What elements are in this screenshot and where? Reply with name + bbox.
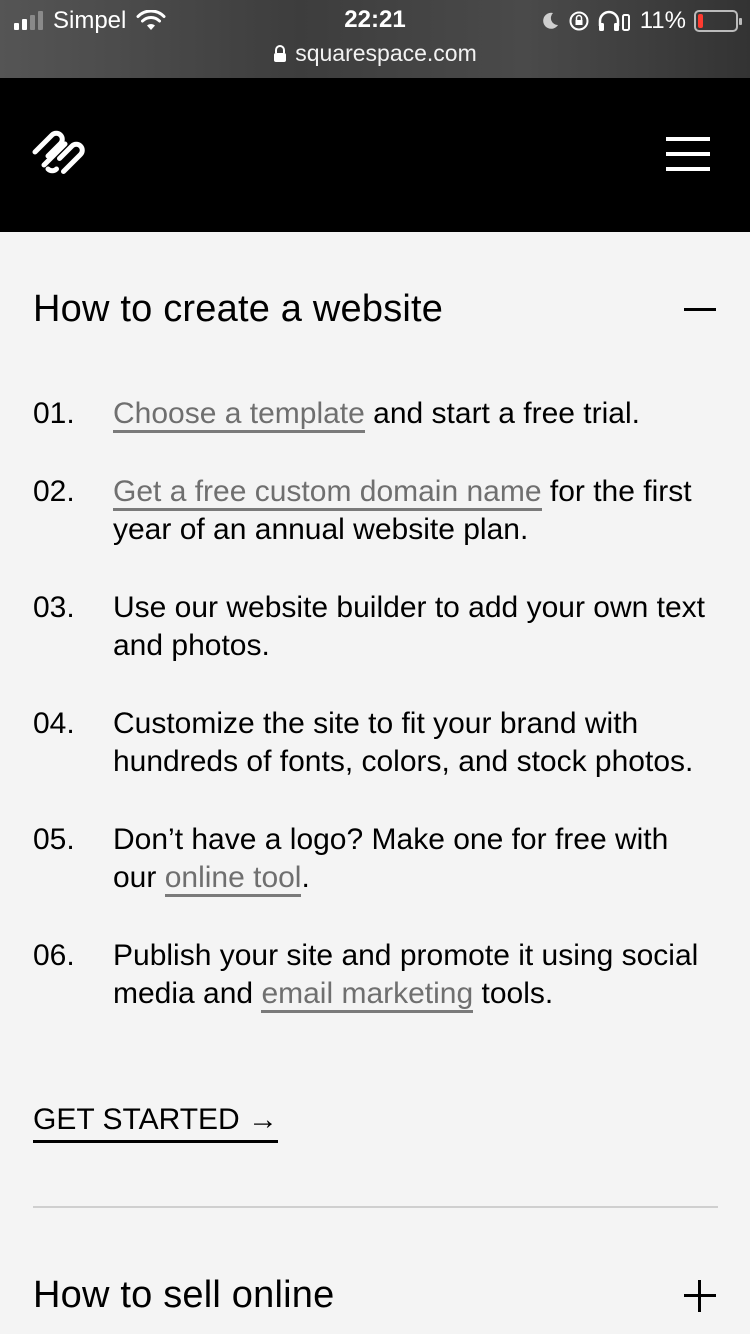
step-text: Choose a template and start a free trial… bbox=[113, 395, 718, 433]
step-text-rest: tools. bbox=[473, 977, 554, 1010]
step-text: Don’t have a logo? Make one for free wit… bbox=[113, 821, 718, 897]
headphones-icon bbox=[598, 10, 630, 31]
divider bbox=[33, 1206, 718, 1208]
plus-icon[interactable] bbox=[684, 1280, 716, 1312]
list-item: 02. Get a free custom domain name for th… bbox=[33, 473, 723, 549]
step-number: 01. bbox=[33, 397, 75, 430]
hamburger-menu-icon[interactable] bbox=[666, 137, 710, 171]
choose-template-link[interactable]: Choose a template bbox=[113, 397, 365, 433]
online-tool-link[interactable]: online tool bbox=[164, 861, 302, 897]
list-item: 03. Use our website builder to add your … bbox=[33, 589, 723, 665]
accordion-title-create-website[interactable]: How to create a website bbox=[33, 288, 443, 331]
step-text: Get a free custom domain name for the fi… bbox=[113, 473, 718, 549]
step-number: 06. bbox=[33, 939, 75, 972]
site-header bbox=[0, 78, 750, 232]
get-started-link[interactable]: GET STARTED → bbox=[33, 1101, 279, 1143]
list-item: 05. Don’t have a logo? Make one for free… bbox=[33, 821, 723, 897]
step-text-rest: . bbox=[301, 861, 310, 894]
moon-icon bbox=[542, 12, 558, 29]
battery-percent: 11% bbox=[639, 7, 686, 34]
lock-icon bbox=[274, 44, 287, 62]
list-item: 06. Publish your site and promote it usi… bbox=[33, 937, 723, 1013]
step-number: 04. bbox=[33, 707, 75, 740]
step-text: Use our website builder to add your own … bbox=[113, 591, 705, 662]
step-text-rest: and start a free trial. bbox=[364, 397, 640, 430]
minus-icon[interactable] bbox=[684, 308, 716, 311]
list-item: 01. Choose a template and start a free t… bbox=[33, 395, 723, 433]
step-number: 02. bbox=[33, 475, 75, 508]
url-text: squarespace.com bbox=[295, 40, 477, 66]
battery-icon bbox=[694, 10, 742, 32]
step-text: Customize the site to fit your brand wit… bbox=[113, 707, 694, 778]
custom-domain-link[interactable]: Get a free custom domain name bbox=[113, 475, 542, 511]
steps-list: 01. Choose a template and start a free t… bbox=[33, 395, 723, 1053]
accordion-title-sell-online[interactable]: How to sell online bbox=[33, 1274, 334, 1317]
rotation-lock-icon bbox=[569, 11, 589, 31]
list-item: 04. Customize the site to fit your brand… bbox=[33, 705, 723, 781]
squarespace-logo-icon[interactable] bbox=[30, 126, 90, 176]
step-number: 05. bbox=[33, 823, 75, 856]
address-bar[interactable]: squarespace.com bbox=[0, 40, 750, 67]
email-marketing-link[interactable]: email marketing bbox=[261, 977, 474, 1013]
step-number: 03. bbox=[33, 591, 75, 624]
status-right: 11% bbox=[540, 6, 742, 36]
step-text: Publish your site and promote it using s… bbox=[113, 937, 718, 1013]
status-bar: Simpel 22:21 squarespace.com 11% bbox=[0, 0, 750, 78]
